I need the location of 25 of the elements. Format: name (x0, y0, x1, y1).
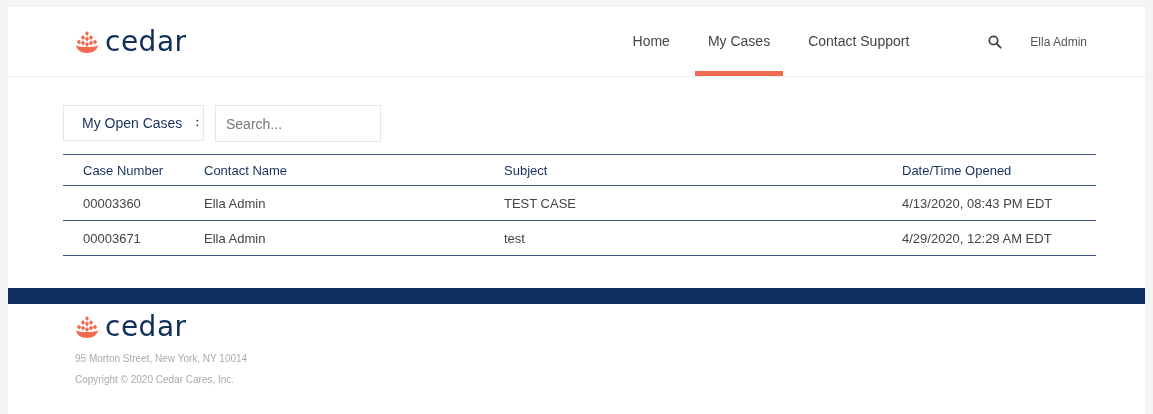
column-header: Case Number (63, 154, 203, 186)
search-icon[interactable] (988, 34, 1003, 49)
user-menu[interactable]: Ella Admin (1030, 34, 1087, 49)
address-text: 95 Morton Street, New York, NY 10014 (75, 353, 249, 364)
table-cell: 00003671 (63, 220, 203, 256)
table-cell: Ella Admin (203, 185, 503, 221)
column-header: Date/Time Opened (901, 154, 1096, 186)
logo-text[interactable]: cedar (105, 27, 187, 56)
column-header: Contact Name (203, 154, 503, 186)
pinecone-icon (75, 316, 99, 338)
nav-tab[interactable]: Contact Support (795, 7, 923, 76)
logo-text: cedar (105, 313, 187, 341)
pinecone-icon (75, 30, 99, 53)
nav-tab[interactable]: My Cases (694, 7, 784, 76)
copyright-text: Copyright © 2020 Cedar Cares, Inc. (75, 374, 236, 385)
table-cell: TEST CASE (503, 185, 901, 221)
table-cell: 00003360 (63, 185, 203, 221)
table-cell: 4/29/2020, 12:29 AM EDT (901, 220, 1096, 256)
nav-tab[interactable]: Home (619, 7, 683, 76)
search-field[interactable]: Search... (215, 105, 381, 142)
table-cell: test (503, 220, 901, 256)
list-view-select[interactable]: My Open Cases (63, 105, 204, 141)
table-cell: Ella Admin (203, 220, 503, 256)
table-cell: 4/13/2020, 08:43 PM EDT (901, 185, 1096, 221)
column-header: Subject (503, 154, 901, 186)
